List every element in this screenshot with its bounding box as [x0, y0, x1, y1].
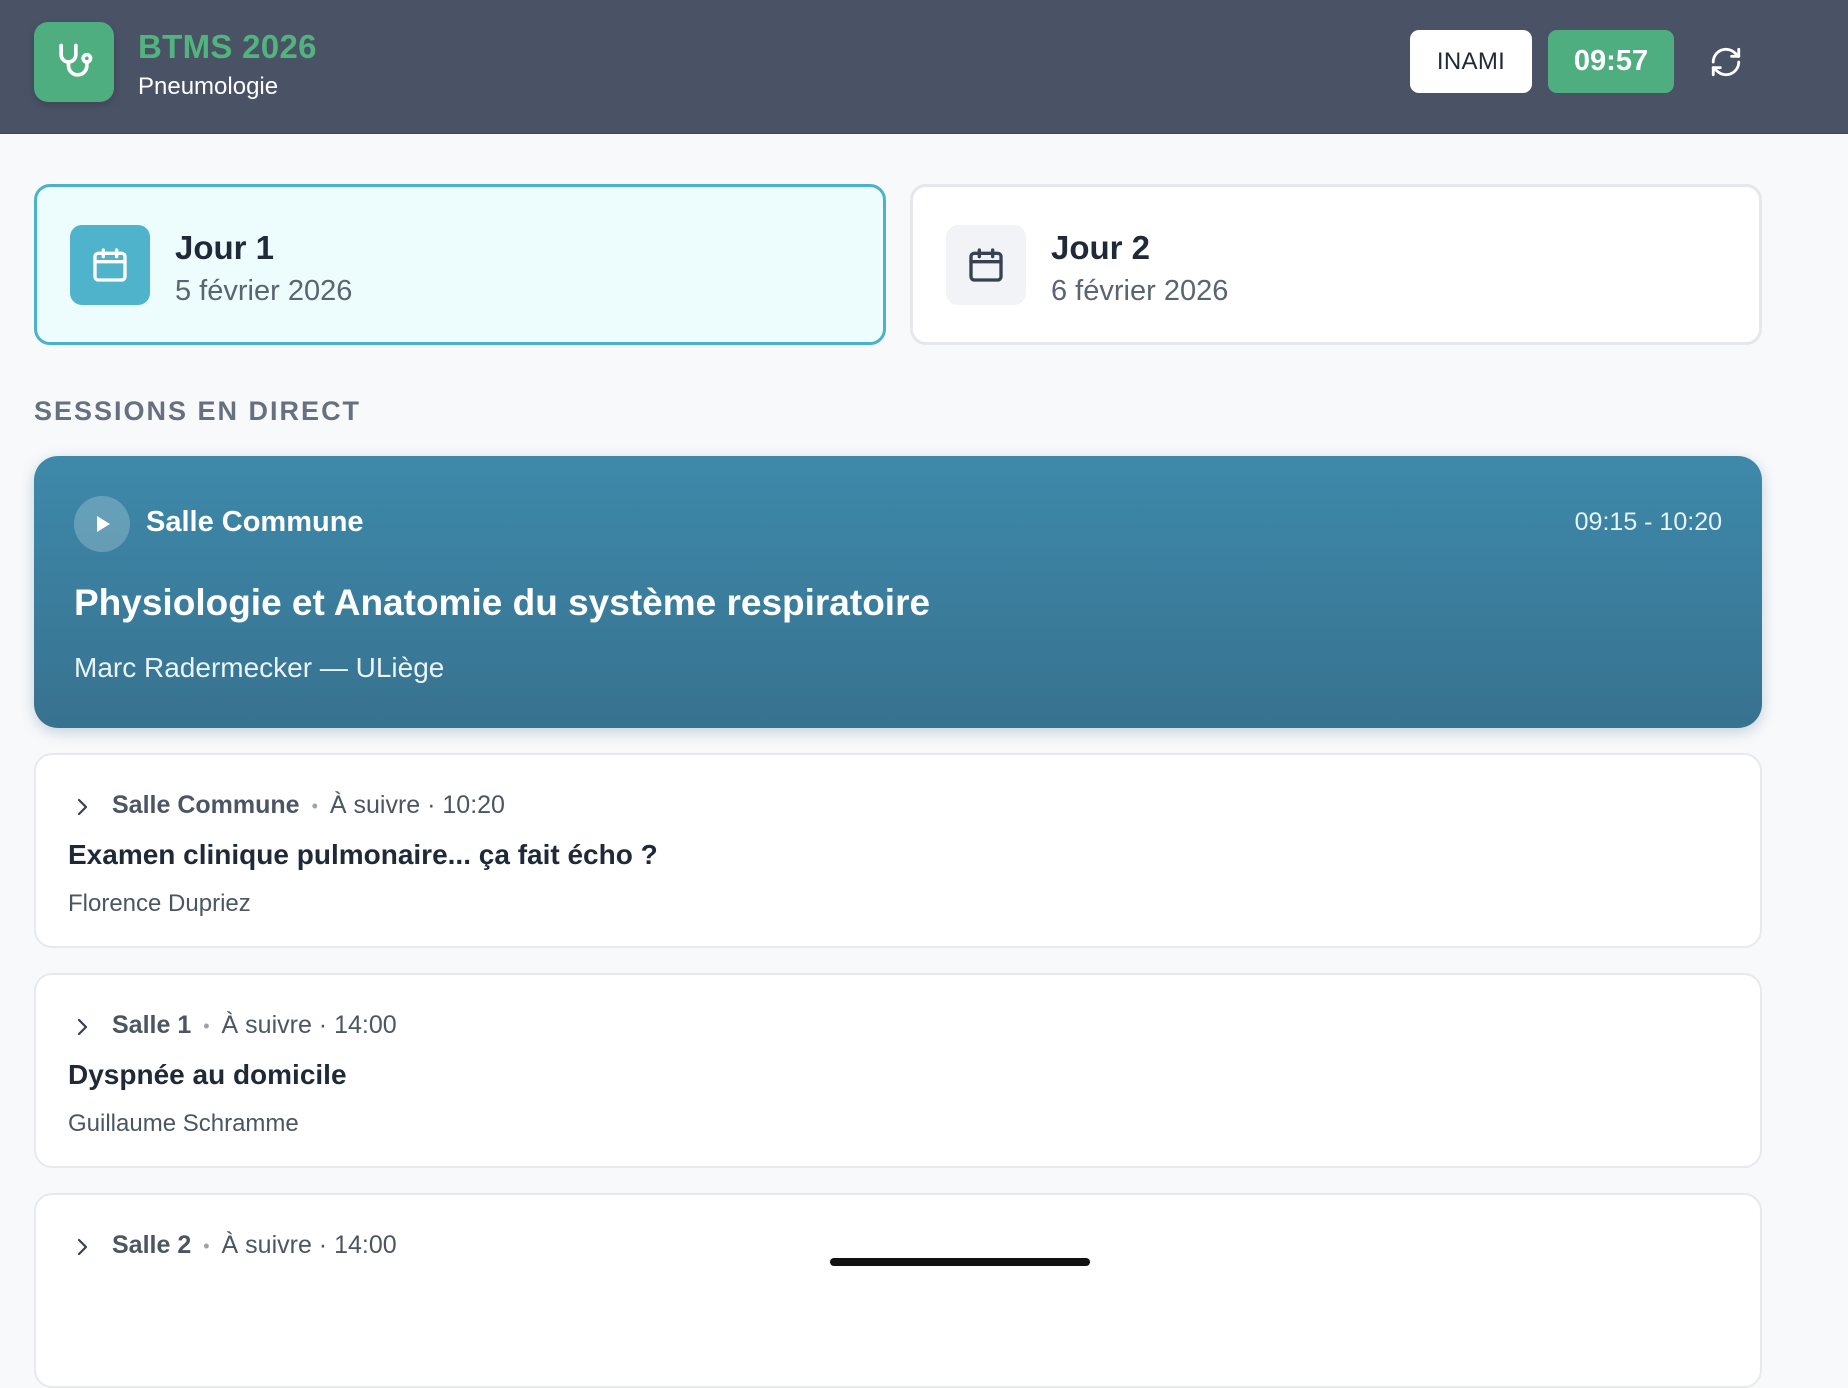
session-meta: Salle Commune • À suivre · 10:20	[112, 791, 505, 820]
clock-display: 09:57	[1548, 30, 1674, 93]
separator-dot: •	[203, 1235, 210, 1256]
day-icon-container	[70, 225, 150, 305]
chevron-right-icon	[77, 1018, 88, 1036]
day-label: Jour 2	[1051, 229, 1151, 266]
section-title: SESSIONS EN DIRECT	[34, 396, 362, 426]
session-card[interactable]: Salle 1 • À suivre · 14:00 Dyspnée au domi…	[34, 973, 1762, 1168]
live-title: Physiologie et Anatomie du système respi…	[74, 582, 931, 623]
day-tab-1[interactable]: Jour 1 5 février 2026	[34, 184, 886, 345]
chevron-right-icon	[77, 798, 88, 816]
separator-dot: •	[311, 795, 318, 816]
play-button[interactable]	[74, 496, 130, 552]
session-status: À suivre · 14:00	[221, 1011, 397, 1039]
day-icon-container	[946, 225, 1026, 305]
live-room: Salle Commune	[146, 506, 364, 538]
app-logo	[34, 22, 114, 102]
refresh-icon	[1711, 47, 1741, 77]
calendar-icon	[969, 248, 1003, 282]
session-meta: Salle 2 • À suivre · 14:00	[112, 1231, 397, 1260]
app-specialty: Pneumologie	[138, 73, 279, 100]
day-date: 6 février 2026	[1051, 275, 1229, 307]
session-card[interactable]: Salle 2 • À suivre · 14:00	[34, 1193, 1762, 1388]
session-room: Salle 1	[112, 1011, 192, 1039]
play-icon	[97, 516, 110, 532]
day-label: Jour 1	[175, 229, 275, 266]
session-room: Salle 2	[112, 1231, 192, 1259]
refresh-button[interactable]	[1706, 42, 1746, 82]
top-bar: BTMS 2026 Pneumologie INAMI 09:57	[0, 0, 1848, 134]
session-speaker: Florence Dupriez	[68, 890, 251, 917]
session-meta: Salle 1 • À suivre · 14:00	[112, 1011, 397, 1040]
stethoscope-icon	[59, 43, 93, 77]
session-room: Salle Commune	[112, 791, 300, 819]
session-title: Dyspnée au domicile	[68, 1059, 347, 1090]
day-date: 5 février 2026	[175, 275, 353, 307]
day-tab-2[interactable]: Jour 2 6 février 2026	[910, 184, 1762, 345]
chevron-right-icon	[77, 1238, 88, 1256]
live-session-card[interactable]: Salle Commune 09:15 - 10:20 Physiologie …	[34, 456, 1762, 728]
home-indicator	[830, 1258, 1090, 1266]
live-speaker: Marc Radermecker — ULiège	[74, 652, 445, 683]
app-title: BTMS 2026	[138, 28, 317, 65]
inami-button[interactable]: INAMI	[1410, 30, 1532, 93]
session-speaker: Guillaume Schramme	[68, 1110, 299, 1137]
session-card[interactable]: Salle Commune • À suivre · 10:20 Examen cl…	[34, 753, 1762, 948]
separator-dot: •	[203, 1015, 210, 1036]
live-time-range: 09:15 - 10:20	[1574, 508, 1722, 536]
session-title: Examen clinique pulmonaire... ça fait éc…	[68, 839, 658, 870]
session-status: À suivre · 14:00	[221, 1231, 397, 1259]
calendar-icon	[93, 248, 127, 282]
session-status: À suivre · 10:20	[329, 791, 505, 819]
